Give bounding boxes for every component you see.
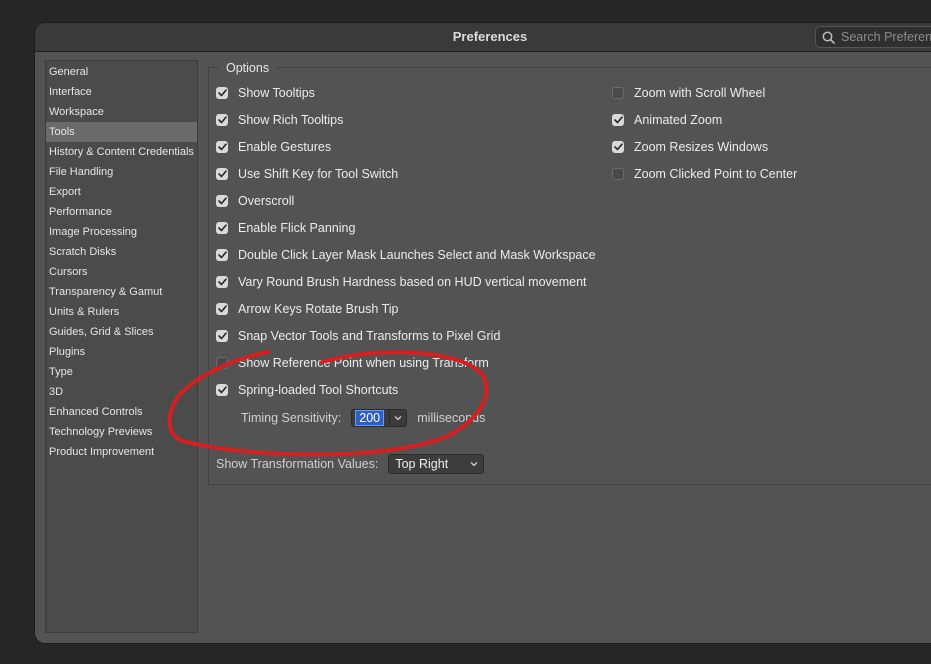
option-enable-flick-panning[interactable]: Enable Flick Panning xyxy=(216,219,355,237)
sidebar-item-guides-grid-slices[interactable]: Guides, Grid & Slices xyxy=(46,322,197,342)
option-use-shift-key-for-tool-switch[interactable]: Use Shift Key for Tool Switch xyxy=(216,165,398,183)
option-label: Zoom Clicked Point to Center xyxy=(634,167,798,181)
checkbox-unchecked-icon[interactable] xyxy=(612,168,624,180)
show-transformation-values-selected: Top Right xyxy=(395,457,449,471)
option-overscroll[interactable]: Overscroll xyxy=(216,192,294,210)
sidebar-item-file-handling[interactable]: File Handling xyxy=(46,162,197,182)
checkbox-checked-icon[interactable] xyxy=(216,195,228,207)
checkbox-checked-icon[interactable] xyxy=(216,222,228,234)
option-label: Zoom with Scroll Wheel xyxy=(634,86,766,100)
option-enable-gestures[interactable]: Enable Gestures xyxy=(216,138,331,156)
checkbox-checked-icon[interactable] xyxy=(216,276,228,288)
option-label: Show Rich Tooltips xyxy=(238,113,344,127)
option-label: Enable Gestures xyxy=(238,140,332,154)
options-legend: Options xyxy=(219,60,277,76)
sidebar-item-interface[interactable]: Interface xyxy=(46,82,197,102)
checkbox-checked-icon[interactable] xyxy=(216,384,228,396)
option-label: Show Reference Point when using Transfor… xyxy=(238,356,489,370)
option-zoom-clicked-point-to-center[interactable]: Zoom Clicked Point to Center xyxy=(612,165,797,183)
option-show-rich-tooltips[interactable]: Show Rich Tooltips xyxy=(216,111,343,129)
option-label: Enable Flick Panning xyxy=(238,221,356,235)
sidebar-item-performance[interactable]: Performance xyxy=(46,202,197,222)
preferences-sidebar: General Interface Workspace Tools History & … xyxy=(45,60,198,633)
checkbox-unchecked-icon[interactable] xyxy=(612,87,624,99)
show-transformation-values-row: Show Transformation Values: Top Right xyxy=(216,453,485,475)
option-double-click-layer-mask-launches-select-and-mask-workspace[interactable]: Double Click Layer Mask Launches Select … xyxy=(216,246,596,264)
checkbox-checked-icon[interactable] xyxy=(216,114,228,126)
option-arrow-keys-rotate-brush-tip[interactable]: Arrow Keys Rotate Brush Tip xyxy=(216,300,398,318)
option-snap-vector-tools-and-transforms-to-pixel-grid[interactable]: Snap Vector Tools and Transforms to Pixe… xyxy=(216,327,500,345)
chevron-down-icon xyxy=(470,461,478,467)
sidebar-item-3d[interactable]: 3D xyxy=(46,382,197,402)
checkbox-checked-icon[interactable] xyxy=(612,141,624,153)
chevron-down-icon[interactable] xyxy=(389,410,406,426)
option-label: Double Click Layer Mask Launches Select … xyxy=(238,248,596,262)
title-bar: Preferences xyxy=(35,23,931,52)
preferences-window: Preferences GeneralInterfaceWorkspaceToo… xyxy=(35,23,931,643)
sidebar-item-tools[interactable]: Tools xyxy=(46,122,197,142)
sidebar-item-general[interactable]: General xyxy=(46,62,197,82)
option-zoom-with-scroll-wheel[interactable]: Zoom with Scroll Wheel xyxy=(612,84,765,102)
checkbox-checked-icon[interactable] xyxy=(216,330,228,342)
sidebar-item-technology-previews[interactable]: Technology Previews xyxy=(46,422,197,442)
sidebar-item-export[interactable]: Export xyxy=(46,182,197,202)
sidebar-item-product-improvement[interactable]: Product Improvement xyxy=(46,442,197,462)
option-label: Overscroll xyxy=(238,194,295,208)
sidebar-item-history-content-credentials[interactable]: History & Content Credentials xyxy=(46,142,197,162)
sidebar-item-image-processing[interactable]: Image Processing xyxy=(46,222,197,242)
option-show-tooltips[interactable]: Show Tooltips xyxy=(216,84,315,102)
option-animated-zoom[interactable]: Animated Zoom xyxy=(612,111,722,129)
checkbox-checked-icon[interactable] xyxy=(216,303,228,315)
option-label: Zoom Resizes Windows xyxy=(634,140,769,154)
show-transformation-values-select[interactable]: Top Right xyxy=(388,454,485,474)
option-label: Snap Vector Tools and Transforms to Pixe… xyxy=(238,329,501,343)
sidebar-item-units-rulers[interactable]: Units & Rulers xyxy=(46,302,197,322)
option-zoom-resizes-windows[interactable]: Zoom Resizes Windows xyxy=(612,138,768,156)
window-title: Preferences xyxy=(452,29,528,44)
timing-sensitivity-label: Timing Sensitivity: xyxy=(241,411,342,425)
option-label: Animated Zoom xyxy=(634,113,723,127)
option-label: Spring-loaded Tool Shortcuts xyxy=(238,383,399,397)
timing-sensitivity-field[interactable]: 200 xyxy=(351,409,408,427)
option-label: Arrow Keys Rotate Brush Tip xyxy=(238,302,399,316)
checkbox-checked-icon[interactable] xyxy=(216,168,228,180)
checkbox-checked-icon[interactable] xyxy=(216,141,228,153)
sidebar-item-workspace[interactable]: Workspace xyxy=(46,102,197,122)
option-vary-round-brush-hardness-based-on-hud-vertical-movement[interactable]: Vary Round Brush Hardness based on HUD v… xyxy=(216,273,587,291)
timing-sensitivity-row: Timing Sensitivity: 200 milliseconds xyxy=(241,408,485,428)
show-transformation-values-label: Show Transformation Values: xyxy=(216,457,379,471)
option-label: Show Tooltips xyxy=(238,86,315,100)
checkbox-unchecked-icon[interactable] xyxy=(216,357,228,369)
checkbox-checked-icon[interactable] xyxy=(612,114,624,126)
search-field[interactable] xyxy=(815,26,931,48)
sidebar-item-type[interactable]: Type xyxy=(46,362,197,382)
search-input[interactable] xyxy=(841,30,931,44)
option-show-reference-point-when-using-transform[interactable]: Show Reference Point when using Transfor… xyxy=(216,354,489,372)
option-label: Use Shift Key for Tool Switch xyxy=(238,167,399,181)
sidebar-item-transparency-gamut[interactable]: Transparency & Gamut xyxy=(46,282,197,302)
sidebar-item-enhanced-controls[interactable]: Enhanced Controls xyxy=(46,402,197,422)
sidebar-item-cursors[interactable]: Cursors xyxy=(46,262,197,282)
option-label: Vary Round Brush Hardness based on HUD v… xyxy=(238,275,587,289)
option-spring-loaded-tool-shortcuts[interactable]: Spring-loaded Tool Shortcuts xyxy=(216,381,398,399)
sidebar-item-scratch-disks[interactable]: Scratch Disks xyxy=(46,242,197,262)
timing-sensitivity-value[interactable]: 200 xyxy=(355,410,385,426)
checkbox-checked-icon[interactable] xyxy=(216,249,228,261)
timing-sensitivity-unit: milliseconds xyxy=(417,411,486,425)
sidebar-item-plugins[interactable]: Plugins xyxy=(46,342,197,362)
checkbox-checked-icon[interactable] xyxy=(216,87,228,99)
search-icon xyxy=(822,31,835,44)
